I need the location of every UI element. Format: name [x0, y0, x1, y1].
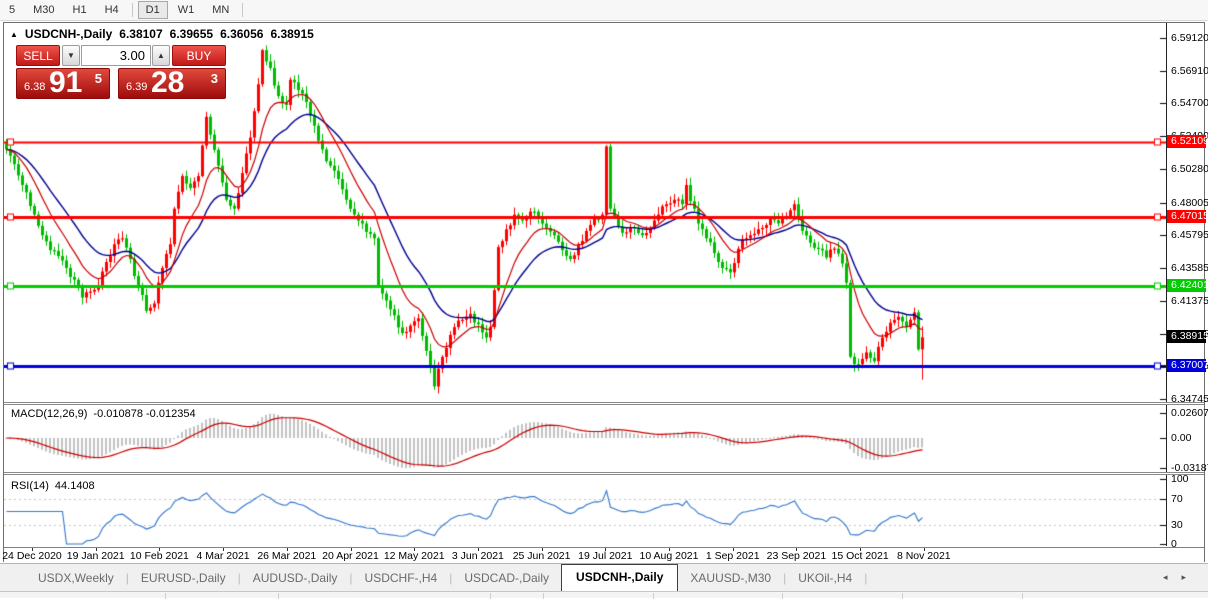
- tab-scroll-right-icon[interactable]: ▸: [1181, 572, 1200, 582]
- bid-big-digits: 91: [49, 66, 83, 99]
- tab-audusddaily[interactable]: AUDUSD-,Daily: [241, 566, 350, 591]
- symbol-tab-bar: USDX,Weekly | EURUSD-,Daily | AUDUSD-,Daily |…: [0, 563, 1208, 592]
- collapse-panel-icon[interactable]: ▲: [10, 30, 18, 39]
- macd-axis-label: 0.00: [1171, 432, 1192, 444]
- tab-eurusddaily[interactable]: EURUSD-,Daily: [129, 566, 238, 591]
- price-marker-label-652109: 6.52109: [1167, 134, 1208, 148]
- price-tick-label: 6.48005: [1171, 196, 1208, 209]
- statusbar-divider: [490, 593, 491, 599]
- statusbar-divider: [1022, 593, 1023, 599]
- tab-usdchfh4[interactable]: USDCHF-,H4: [353, 566, 450, 591]
- timeframe-button-h4[interactable]: H4: [97, 1, 127, 19]
- macd-indicator-label: MACD(12,26,9) -0.010878 -0.012354: [11, 408, 196, 420]
- panel-divider-rsi[interactable]: [4, 472, 1204, 475]
- price-chart-canvas[interactable]: [4, 24, 1166, 546]
- price-tick-label: 6.54700: [1171, 97, 1208, 110]
- symbol-period-label: USDCNH-,Daily: [24, 27, 113, 41]
- status-bar: [0, 591, 1208, 599]
- chart-window: ▲ USDCNH-,Daily 6.38107 6.39655 6.36056 …: [2, 22, 1208, 562]
- bid-prefix: 6.38: [24, 81, 46, 93]
- tab-usdxweekly[interactable]: USDX,Weekly: [26, 566, 126, 591]
- macd-values: -0.010878 -0.012354: [93, 408, 196, 420]
- ohlc-high: 6.39655: [169, 27, 214, 41]
- ask-pip-digit: 3: [210, 71, 218, 86]
- price-tick-label: 6.59120: [1171, 32, 1208, 44]
- statusbar-divider: [902, 593, 903, 599]
- tab-xauusdm30[interactable]: XAUUSD-,M30: [678, 566, 783, 591]
- timeframe-button-d1[interactable]: D1: [137, 1, 168, 19]
- macd-axis-label: 0.02607: [1171, 407, 1208, 420]
- volume-decrease-button[interactable]: ▼: [62, 45, 80, 66]
- ask-price-box[interactable]: 6.39 28 3: [118, 66, 226, 99]
- toolbar-separator: [242, 3, 244, 17]
- bid-price-box[interactable]: 6.38 91 5: [16, 66, 110, 99]
- panel-divider-macd[interactable]: [4, 402, 1204, 405]
- date-label: 8 Nov 2021: [896, 550, 951, 562]
- tab-scroll-arrows[interactable]: ◂▸: [1163, 572, 1200, 583]
- statusbar-divider: [543, 593, 544, 599]
- macd-name: MACD(12,26,9): [11, 408, 88, 420]
- timeframe-button-mn[interactable]: MN: [204, 1, 237, 19]
- tab-divider: |: [864, 571, 868, 585]
- timeframe-toolbar: 5 M30 H1 H4 D1 W1 MN: [0, 0, 1208, 21]
- rsi-value: 44.1408: [54, 480, 95, 492]
- one-click-trading-panel: SELL ▼ ▲ BUY 6.38 91 5 6.39 28 3: [16, 45, 226, 101]
- rsi-axis-label: 70: [1171, 492, 1183, 505]
- tab-usdcaddaily[interactable]: USDCAD-,Daily: [452, 566, 561, 591]
- rsi-name: RSI(14): [11, 480, 49, 492]
- statusbar-divider: [782, 593, 783, 599]
- price-marker-label-638915: 6.38915: [1167, 330, 1208, 344]
- tab-scroll-left-icon[interactable]: ◂: [1163, 572, 1182, 582]
- price-marker-label-642401: 6.42401: [1167, 278, 1208, 292]
- toolbar-separator: [131, 3, 133, 17]
- chart-header: ▲ USDCNH-,Daily 6.38107 6.39655 6.36056 …: [10, 27, 314, 41]
- price-tick-label: 6.45795: [1171, 229, 1208, 242]
- volume-increase-button[interactable]: ▲: [152, 45, 170, 66]
- price-marker-label-637007: 6.37007: [1167, 358, 1208, 372]
- price-tick-label: 6.43585: [1171, 262, 1208, 275]
- ohlc-close: 6.38915: [270, 27, 314, 41]
- price-tick-label: 6.56910: [1171, 64, 1208, 77]
- timeframe-button-h1[interactable]: H1: [65, 1, 95, 19]
- tab-usdcnhdaily[interactable]: USDCNH-,Daily: [561, 564, 679, 592]
- statusbar-divider: [653, 593, 654, 599]
- statusbar-divider: [278, 593, 279, 599]
- ask-big-digits: 28: [151, 66, 185, 99]
- time-axis[interactable]: 24 Dec 2020 19 Jan 2021 10 Feb 2021 4 Mar 2…: [2, 547, 1204, 562]
- statusbar-divider: [165, 593, 166, 599]
- price-tick-label: 6.41375: [1171, 294, 1208, 307]
- bid-pip-digit: 5: [94, 71, 102, 86]
- timeframe-button-w1[interactable]: W1: [170, 1, 203, 19]
- ask-prefix: 6.39: [126, 81, 148, 93]
- tab-ukoilh4[interactable]: UKOil-,H4: [786, 566, 864, 591]
- price-marker-label-647015: 6.47015: [1167, 210, 1208, 224]
- rsi-indicator-label: RSI(14) 44.1408: [11, 480, 95, 492]
- price-tick-label: 6.50280: [1171, 162, 1208, 175]
- buy-button[interactable]: BUY: [172, 45, 226, 66]
- ohlc-open: 6.38107: [119, 27, 163, 41]
- chevron-up-icon: ▲: [157, 51, 165, 60]
- rsi-axis-label: 30: [1171, 518, 1183, 531]
- timeframe-button-5[interactable]: 5: [1, 1, 23, 19]
- sell-button[interactable]: SELL: [16, 45, 60, 66]
- timeframe-button-m30[interactable]: M30: [25, 1, 62, 19]
- chevron-down-icon: ▼: [67, 51, 75, 60]
- ohlc-low: 6.36056: [220, 27, 264, 41]
- volume-input[interactable]: [81, 45, 151, 66]
